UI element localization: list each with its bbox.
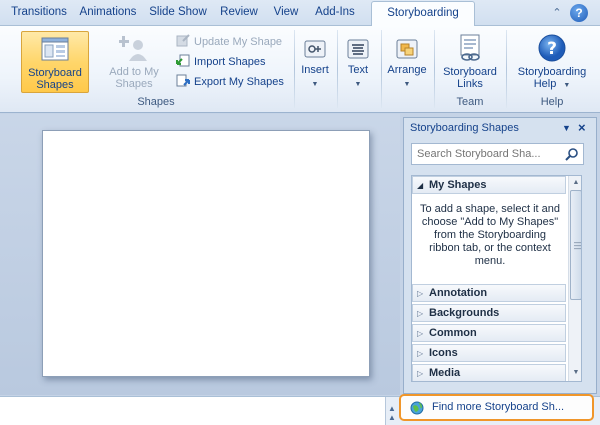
storyboard-links-icon (460, 34, 480, 61)
dropdown-arrow-icon: ▼ (354, 81, 362, 88)
add-to-my-shapes-button[interactable]: Add to My Shapes (100, 31, 168, 93)
search-icon[interactable] (565, 147, 579, 161)
storyboarding-help-label: Storyboarding Help (517, 66, 587, 90)
collapsed-triangle-icon: ▷ (417, 369, 424, 378)
add-to-my-shapes-icon (119, 36, 147, 61)
storyboard-links-label: Storyboard Links (443, 66, 497, 90)
text-label: Text (347, 64, 369, 76)
export-my-shapes-button[interactable]: Export My Shapes (176, 73, 284, 91)
dropdown-arrow-icon: ▼ (403, 81, 411, 88)
ribbon-tab-bar: Transitions Animations Slide Show Review… (0, 0, 600, 27)
arrange-button[interactable]: Arrange ▼ (384, 31, 430, 93)
group-separator (294, 30, 295, 108)
scroll-up-icon[interactable]: ▲ (570, 177, 581, 189)
category-backgrounds[interactable]: ▷ Backgrounds (412, 304, 566, 322)
storyboard-links-button[interactable]: Storyboard Links (438, 31, 502, 93)
notes-area[interactable] (0, 397, 386, 425)
group-separator (434, 30, 435, 108)
slide-work-area (0, 114, 400, 395)
slide-canvas[interactable] (42, 130, 370, 377)
tab-view[interactable]: View (268, 0, 304, 26)
search-input[interactable] (412, 144, 562, 164)
storyboarding-shapes-pane: Storyboarding Shapes ▼ × ◢ My Shapes To … (403, 117, 597, 394)
category-label: Media (429, 367, 461, 379)
category-label: Icons (429, 347, 458, 359)
storyboard-shapes-icon (41, 37, 69, 61)
pane-menu-icon[interactable]: ▼ (562, 123, 571, 133)
close-icon[interactable]: × (578, 120, 586, 135)
export-icon (176, 74, 190, 87)
ribbon: Storyboard Shapes Add to My Shapes Updat… (0, 26, 600, 113)
svg-text:?: ? (547, 39, 557, 59)
insert-icon (304, 40, 326, 58)
storyboarding-help-button[interactable]: ? Storyboarding Help ▼ (512, 31, 592, 93)
grip-icon: — — — (574, 238, 582, 253)
expanded-triangle-icon: ◢ (417, 181, 424, 190)
dropdown-arrow-icon: ▼ (311, 81, 319, 88)
category-label: Common (429, 327, 477, 339)
globe-icon (410, 401, 424, 415)
tab-transitions[interactable]: Transitions (6, 0, 72, 26)
text-align-icon (347, 39, 369, 59)
category-annotation[interactable]: ▷ Annotation (412, 284, 566, 302)
import-shapes-label: Import Shapes (194, 56, 266, 68)
collapsed-triangle-icon: ▷ (417, 289, 424, 298)
export-my-shapes-label: Export My Shapes (194, 76, 284, 88)
tab-review[interactable]: Review (216, 0, 262, 26)
help-icon[interactable]: ? (570, 4, 588, 22)
team-group-label: Team (456, 96, 484, 108)
group-separator (381, 30, 382, 108)
text-button[interactable]: Text ▼ (340, 31, 376, 93)
search-box (411, 143, 584, 165)
category-label: Annotation (429, 287, 488, 299)
find-more-storyboard-shapes-link[interactable]: Find more Storyboard Sh... (399, 394, 594, 421)
collapsed-triangle-icon: ▷ (417, 349, 424, 358)
tab-add-ins[interactable]: Add-Ins (310, 0, 360, 26)
category-label: My Shapes (429, 179, 487, 191)
shape-category-list: ◢ My Shapes To add a shape, select it an… (411, 175, 582, 382)
category-my-shapes[interactable]: ◢ My Shapes (412, 176, 566, 194)
update-my-shape-button[interactable]: Update My Shape (176, 33, 282, 51)
update-icon (176, 34, 190, 47)
help-group-label: Help (540, 96, 564, 108)
collapse-arrow-icon[interactable]: ▲ ▲ (388, 404, 396, 422)
find-more-label: Find more Storyboard Sh... (432, 401, 565, 413)
tab-slide-show[interactable]: Slide Show (146, 0, 210, 26)
group-separator (337, 30, 338, 108)
arrange-icon (396, 39, 418, 59)
list-scrollbar[interactable]: ▲ — — — ▼ (568, 176, 582, 381)
storyboard-shapes-label: Storyboard Shapes (28, 67, 82, 91)
storyboard-shapes-button[interactable]: Storyboard Shapes (21, 31, 89, 93)
minimize-ribbon-icon[interactable]: ⌃ (551, 4, 563, 22)
collapsed-triangle-icon: ▷ (417, 309, 424, 318)
group-separator (506, 30, 507, 108)
category-icons[interactable]: ▷ Icons (412, 344, 566, 362)
category-media[interactable]: ▷ Media (412, 364, 566, 381)
pane-title: Storyboarding Shapes (410, 122, 519, 134)
import-shapes-button[interactable]: Import Shapes (176, 53, 266, 71)
help-icon: ? (538, 34, 566, 62)
tab-storyboarding[interactable]: Storyboarding (371, 1, 475, 27)
import-icon (176, 54, 190, 67)
category-common[interactable]: ▷ Common (412, 324, 566, 342)
add-to-my-shapes-label: Add to My Shapes (109, 66, 159, 90)
scrollbar-thumb[interactable]: — — — (570, 190, 582, 300)
update-my-shape-label: Update My Shape (194, 36, 283, 48)
insert-button[interactable]: Insert ▼ (297, 31, 333, 93)
arrange-label: Arrange (387, 64, 427, 76)
shapes-group-label: Shapes (137, 96, 175, 108)
scroll-down-icon[interactable]: ▼ (570, 367, 581, 379)
tab-animations[interactable]: Animations (76, 0, 140, 26)
dropdown-arrow-icon: ▼ (563, 82, 571, 89)
my-shapes-empty-message: To add a shape, select it and choose "Ad… (419, 203, 561, 267)
collapsed-triangle-icon: ▷ (417, 329, 424, 338)
category-label: Backgrounds (429, 307, 500, 319)
insert-label: Insert (301, 64, 329, 76)
